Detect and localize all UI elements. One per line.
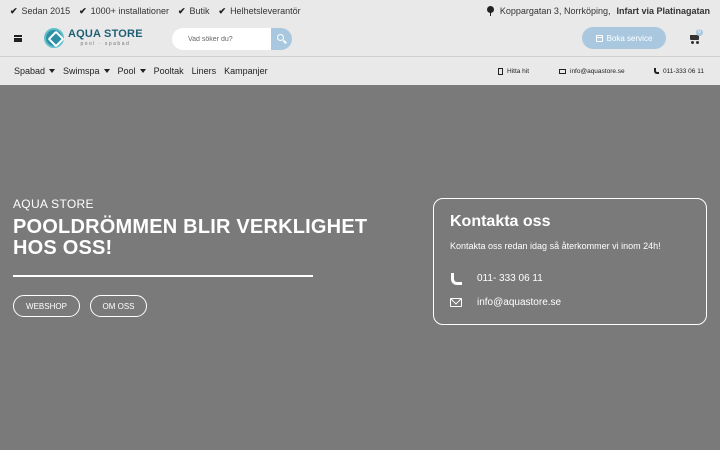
contact-phone-link[interactable]: 011- 333 06 11 [450, 272, 543, 285]
nav-item-swimspa[interactable]: Swimspa [63, 66, 110, 76]
usp-item: ✔ Helhetsleverantör [219, 6, 301, 17]
check-icon: ✔ [218, 5, 227, 16]
hero-kicker: AQUA STORE [13, 197, 94, 211]
logo-icon [44, 28, 64, 48]
main-nav: Spabad Swimspa Pool Pooltak Liners Kampa… [0, 57, 720, 85]
nav-item-liners[interactable]: Liners [192, 66, 217, 76]
chevron-down-icon [49, 69, 56, 73]
nav-item-pooltak[interactable]: Pooltak [154, 66, 184, 76]
envelope-icon [559, 68, 566, 74]
cart-button[interactable]: 0 [688, 29, 703, 44]
logo-title: AQUA STORE [68, 28, 143, 40]
site-header: AQUA STORE pool · spabad Boka service 0 [0, 22, 720, 57]
store-address[interactable]: Koppargatan 3, Norrköping, Infart via Pl… [486, 6, 710, 16]
webshop-button[interactable]: WEBSHOP [13, 295, 80, 317]
usp-label: Sedan 2015 [21, 6, 71, 16]
address-text: Koppargatan 3, Norrköping, [499, 6, 611, 16]
top-info-bar: ✔ Sedan 2015 ✔ 1000+ installationer ✔ Butik… [0, 0, 720, 22]
book-service-button[interactable]: Boka service [582, 27, 666, 49]
usp-list: ✔ Sedan 2015 ✔ 1000+ installationer ✔ Butik… [10, 6, 301, 17]
map-pin-icon [486, 6, 494, 16]
document-icon [498, 67, 503, 75]
check-icon: ✔ [79, 5, 87, 16]
logo-subtitle: pool · spabad [80, 41, 131, 47]
usp-item: ✔ 1000+ installationer [79, 6, 169, 17]
hero-section: AQUA STORE POOLDRÖMMEN BLIR VERKLIGHET H… [0, 85, 720, 450]
cart-count-badge: 0 [696, 29, 703, 36]
usp-item: ✔ Butik [178, 6, 210, 17]
check-icon: ✔ [177, 5, 186, 16]
usp-item: ✔ Sedan 2015 [10, 6, 70, 17]
search-bar [172, 28, 292, 50]
check-icon: ✔ [10, 5, 18, 16]
usp-label: Butik [189, 6, 210, 16]
nav-item-kampanjer[interactable]: Kampanjer [224, 66, 268, 76]
contact-email-link[interactable]: info@aquastore.se [450, 297, 561, 308]
nav-item-spabad[interactable]: Spabad [14, 66, 56, 76]
search-input[interactable] [172, 28, 271, 50]
search-button[interactable] [271, 28, 292, 50]
about-us-button[interactable]: OM OSS [90, 295, 147, 317]
hero-divider [13, 275, 313, 277]
phone-icon [450, 272, 462, 285]
site-logo[interactable]: AQUA STORE pool · spabad [44, 28, 143, 48]
hero-title: POOLDRÖMMEN BLIR VERKLIGHET HOS OSS! [13, 216, 368, 259]
envelope-icon [450, 298, 462, 307]
contact-card: Kontakta oss Kontakta oss redan idag så … [433, 198, 707, 325]
menu-icon[interactable] [14, 35, 22, 42]
nav-phone-link[interactable]: 011-333 06 11 [654, 57, 704, 85]
find-us-link[interactable]: Hitta hit [498, 57, 529, 85]
usp-label: 1000+ installationer [90, 6, 169, 16]
chevron-down-icon [103, 69, 110, 73]
contact-title: Kontakta oss [450, 213, 551, 230]
book-service-label: Boka service [606, 33, 653, 43]
usp-label: Helhetsleverantör [230, 6, 301, 16]
nav-item-pool[interactable]: Pool [118, 66, 146, 76]
phone-icon [654, 68, 659, 74]
calendar-icon [595, 34, 603, 42]
contact-subtitle: Kontakta oss redan idag så återkommer vi… [450, 241, 661, 251]
contact-phone: 011- 333 06 11 [477, 272, 543, 284]
contact-email: info@aquastore.se [477, 297, 562, 308]
chevron-down-icon [139, 69, 146, 73]
address-entrance: Infart via Platinagatan [616, 6, 710, 16]
nav-email-link[interactable]: info@aquastore.se [559, 57, 625, 85]
